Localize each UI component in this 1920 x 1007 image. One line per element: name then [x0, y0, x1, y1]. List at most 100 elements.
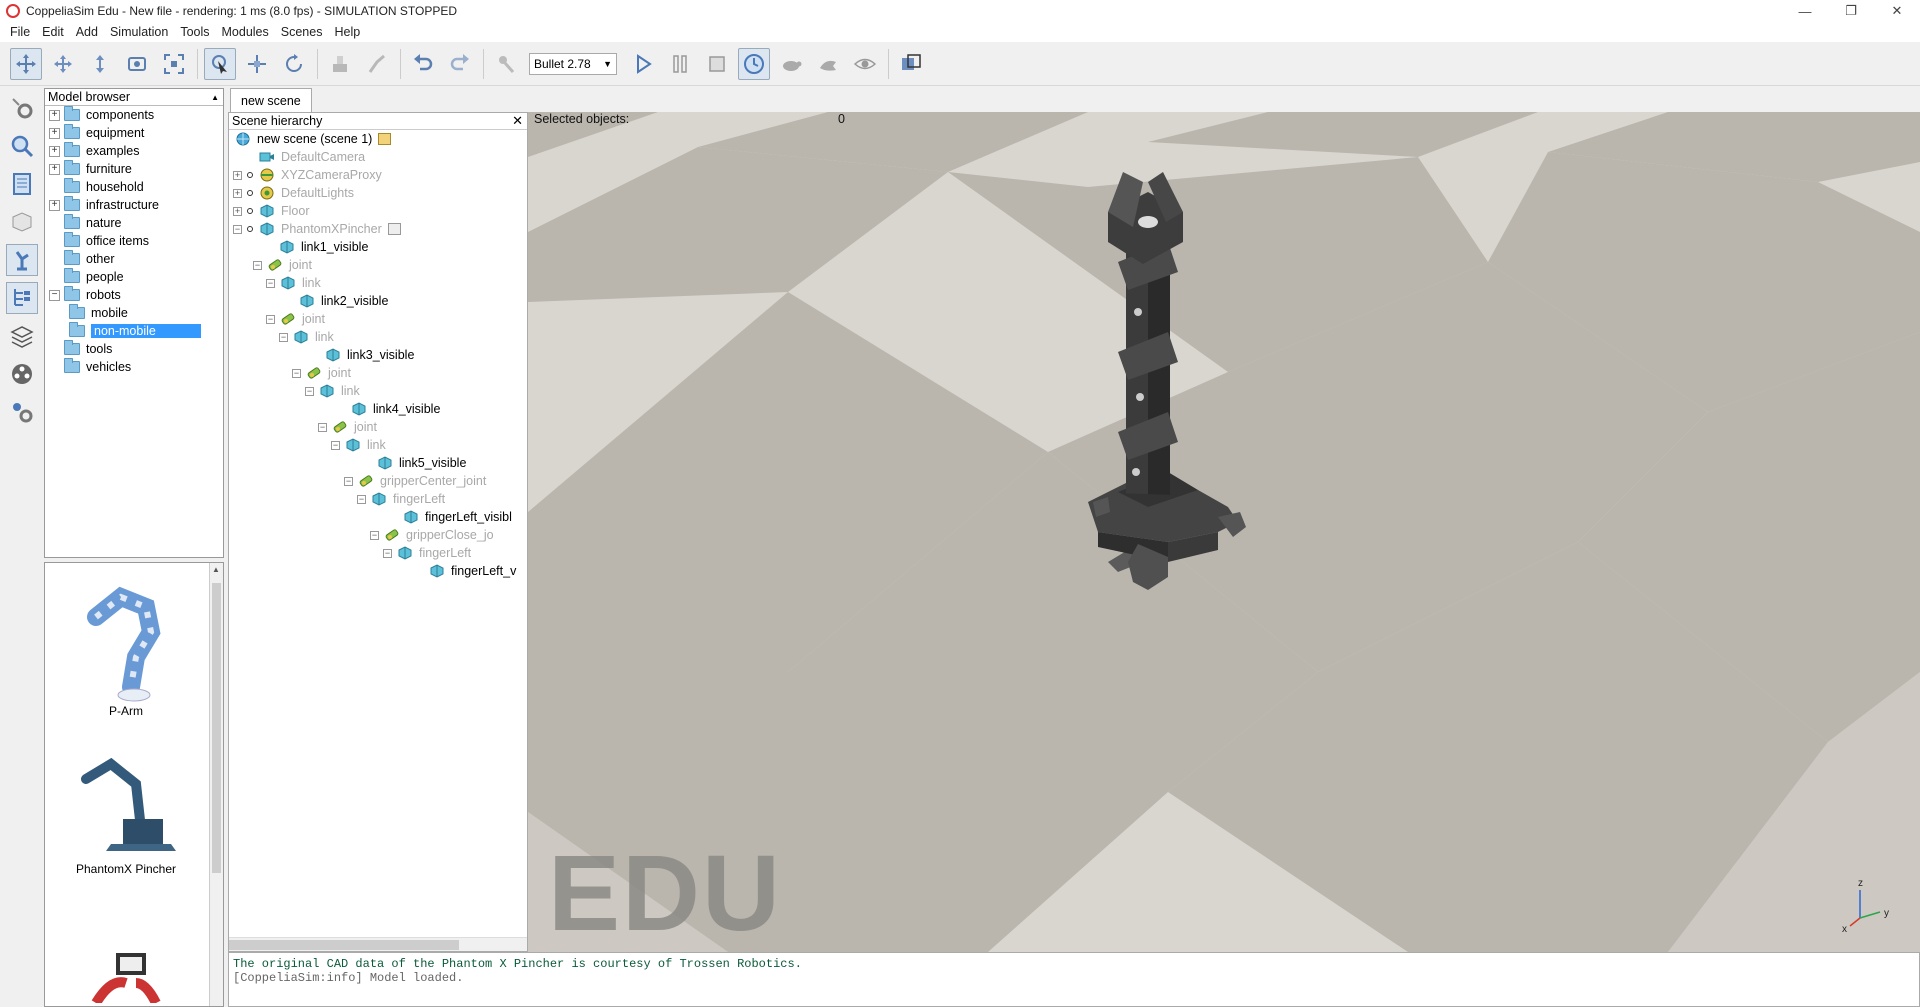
model-folder-components[interactable]: + components: [49, 106, 223, 124]
collapse-icon[interactable]: −: [318, 422, 327, 432]
collapse-icon[interactable]: −: [344, 476, 353, 486]
collapse-icon[interactable]: −: [266, 314, 275, 324]
3d-viewport[interactable]: [528, 112, 1920, 952]
expand-icon[interactable]: +: [233, 188, 242, 198]
expand-icon[interactable]: +: [49, 127, 60, 139]
scene-hierarchy-toggle[interactable]: [6, 282, 38, 314]
hierarchy-item[interactable]: link2_visible: [299, 292, 388, 310]
collapse-icon[interactable]: −: [292, 368, 301, 378]
scroll-up-icon[interactable]: ▲: [212, 565, 220, 574]
model-thumb-next[interactable]: [45, 943, 207, 1006]
hierarchy-item[interactable]: link5_visible: [377, 454, 466, 472]
scrollbar-thumb[interactable]: [229, 940, 459, 950]
model-folder-office-items[interactable]: office items: [49, 232, 223, 250]
expand-icon[interactable]: +: [49, 145, 60, 157]
model-folder-furniture[interactable]: + furniture: [49, 160, 223, 178]
collapse-icon[interactable]: −: [357, 494, 366, 504]
model-folder-examples[interactable]: + examples: [49, 142, 223, 160]
script-icon[interactable]: [387, 223, 401, 235]
hierarchy-item[interactable]: − link: [279, 328, 334, 346]
model-folder-nature[interactable]: nature: [49, 214, 223, 232]
hierarchy-item[interactable]: − link: [331, 436, 386, 454]
thumbnail-scrollbar[interactable]: ▲: [209, 563, 223, 1006]
menu-help[interactable]: Help: [328, 25, 366, 39]
expand-icon[interactable]: +: [233, 170, 242, 180]
simulation-settings-button[interactable]: [6, 92, 38, 124]
hierarchy-item[interactable]: − gripperCenter_joint: [344, 472, 486, 490]
camera-angle-button[interactable]: [121, 48, 153, 80]
model-folder-equipment[interactable]: + equipment: [49, 124, 223, 142]
triangle-up-icon[interactable]: ▲: [211, 93, 219, 102]
assemble-button[interactable]: [324, 48, 356, 80]
collapse-icon[interactable]: −: [331, 440, 340, 450]
camera-rotate-button[interactable]: [47, 48, 79, 80]
collapse-icon[interactable]: −: [233, 224, 242, 234]
transfer-dna-button[interactable]: [361, 48, 393, 80]
collapse-icon[interactable]: −: [383, 548, 392, 558]
real-time-button[interactable]: [738, 47, 770, 80]
minimize-button[interactable]: —: [1782, 0, 1828, 22]
expand-icon[interactable]: +: [49, 109, 60, 121]
close-icon[interactable]: ✕: [512, 113, 523, 129]
hierarchy-item[interactable]: − link: [266, 274, 321, 292]
menu-file[interactable]: File: [4, 25, 36, 39]
fit-to-view-button[interactable]: [158, 48, 190, 80]
close-button[interactable]: ✕: [1874, 0, 1920, 22]
model-browser-toggle[interactable]: [6, 244, 38, 276]
hierarchy-item[interactable]: − gripperClose_jo: [370, 526, 494, 544]
hierarchy-item[interactable]: − link: [305, 382, 360, 400]
scrollbar-thumb[interactable]: [212, 583, 221, 873]
collapse-icon[interactable]: −: [266, 278, 275, 288]
menu-simulation[interactable]: Simulation: [104, 25, 174, 39]
menu-edit[interactable]: Edit: [36, 25, 70, 39]
model-folder-non-mobile[interactable]: non-mobile: [49, 322, 223, 340]
hierarchy-horizontal-scrollbar[interactable]: [229, 937, 527, 951]
object-shift-button[interactable]: [241, 48, 273, 80]
page-selector-button[interactable]: [895, 48, 927, 80]
menu-modules[interactable]: Modules: [216, 25, 275, 39]
click-select-button[interactable]: [204, 47, 236, 80]
hierarchy-item[interactable]: fingerLeft_v: [429, 562, 516, 580]
hierarchy-item[interactable]: − PhantomXPincher: [233, 220, 401, 238]
pause-button[interactable]: [664, 48, 696, 80]
model-folder-people[interactable]: people: [49, 268, 223, 286]
speed-up-button[interactable]: [812, 48, 844, 80]
model-folder-vehicles[interactable]: vehicles: [49, 358, 223, 376]
video-recorder-button[interactable]: [6, 358, 38, 390]
layers-button[interactable]: [6, 320, 38, 352]
model-folder-other[interactable]: other: [49, 250, 223, 268]
hierarchy-item[interactable]: − fingerLeft: [383, 544, 471, 562]
object-rotate-button[interactable]: [278, 48, 310, 80]
hierarchy-item[interactable]: − fingerLeft: [357, 490, 445, 508]
calculation-modules-button[interactable]: [6, 168, 38, 200]
scene-root-item[interactable]: new scene (scene 1): [235, 130, 392, 148]
collapse-icon[interactable]: −: [279, 332, 288, 342]
camera-pan-button[interactable]: [10, 47, 42, 80]
slow-down-button[interactable]: [775, 48, 807, 80]
hierarchy-item[interactable]: − joint: [266, 310, 325, 328]
hierarchy-item[interactable]: − joint: [292, 364, 351, 382]
hierarchy-item[interactable]: + Floor: [233, 202, 309, 220]
hierarchy-item[interactable]: link1_visible: [279, 238, 368, 256]
hierarchy-item[interactable]: + DefaultLights: [233, 184, 354, 202]
hierarchy-item[interactable]: fingerLeft_visibl: [403, 508, 512, 526]
script-icon[interactable]: [378, 133, 392, 145]
visualization-button[interactable]: [849, 48, 881, 80]
stop-button[interactable]: [701, 48, 733, 80]
undo-button[interactable]: [407, 48, 439, 80]
model-thumb-p-arm[interactable]: P-Arm: [45, 577, 207, 718]
hierarchy-item[interactable]: link4_visible: [351, 400, 440, 418]
physics-engine-select[interactable]: Bullet 2.78 ▼: [529, 52, 617, 75]
expand-icon[interactable]: +: [49, 163, 60, 175]
redo-button[interactable]: [444, 48, 476, 80]
hierarchy-item[interactable]: − joint: [253, 256, 312, 274]
hierarchy-item[interactable]: − joint: [318, 418, 377, 436]
play-button[interactable]: [627, 48, 659, 80]
hierarchy-item[interactable]: + XYZCameraProxy: [233, 166, 382, 184]
status-console[interactable]: The original CAD data of the Phantom X P…: [228, 952, 1920, 1007]
model-folder-mobile[interactable]: mobile: [49, 304, 223, 322]
model-folder-robots[interactable]: − robots: [49, 286, 223, 304]
collapse-icon[interactable]: −: [305, 386, 314, 396]
model-folder-infrastructure[interactable]: + infrastructure: [49, 196, 223, 214]
hierarchy-item[interactable]: DefaultCamera: [259, 148, 365, 166]
